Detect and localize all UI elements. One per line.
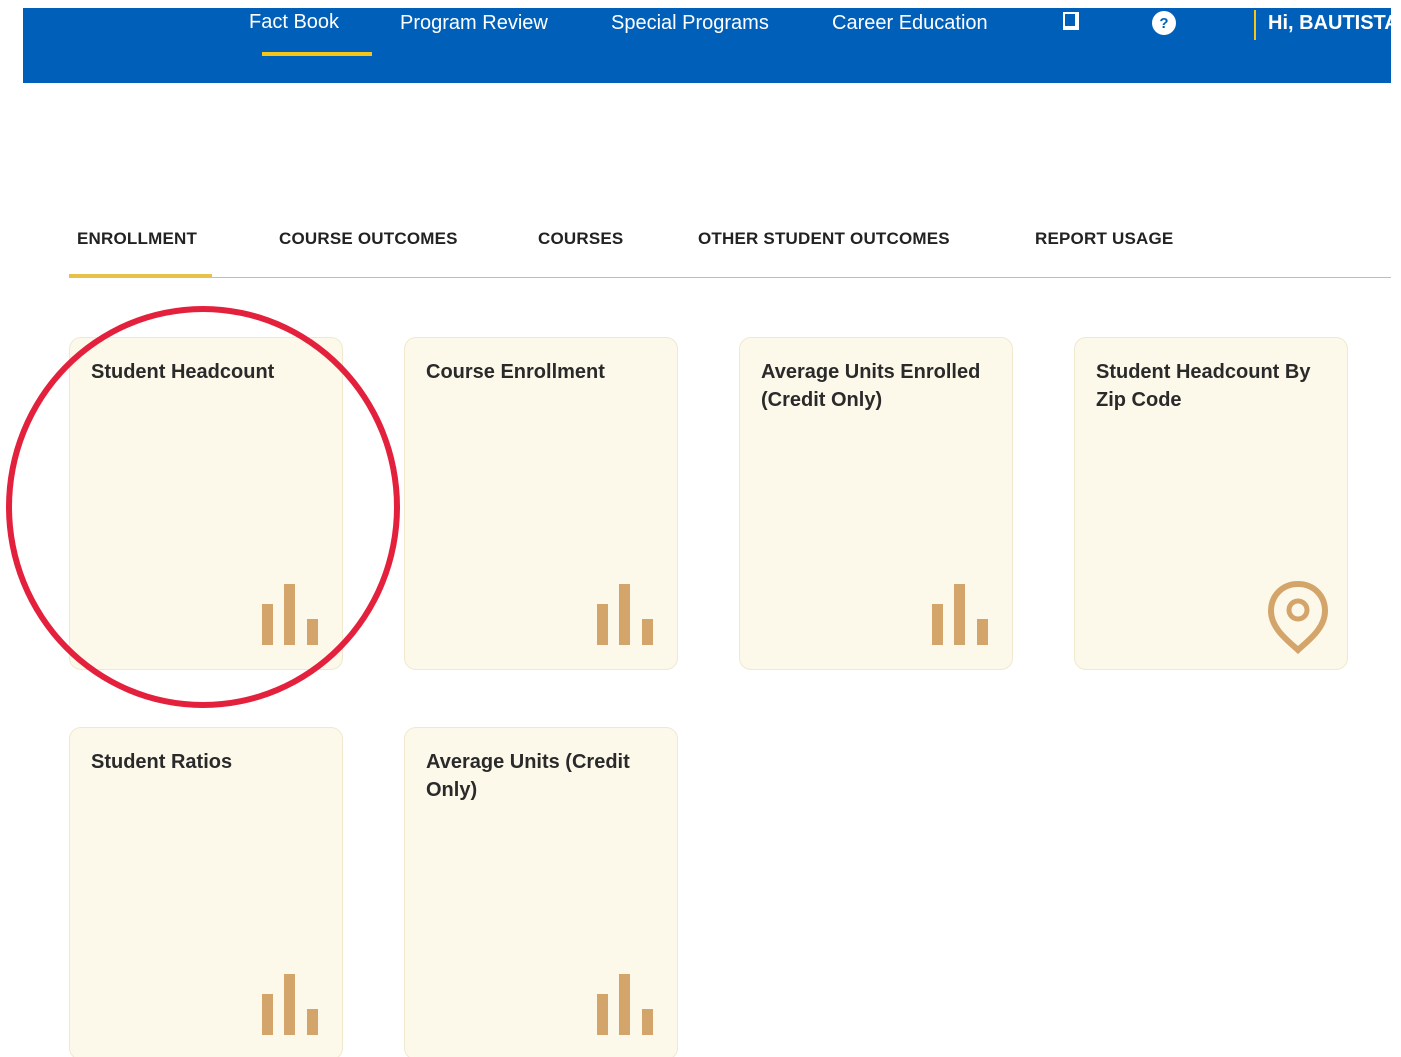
help-icon[interactable]: ? bbox=[1151, 10, 1177, 41]
nav-career-education[interactable]: Career Education bbox=[832, 11, 988, 35]
bar-chart-icon bbox=[597, 974, 657, 1041]
card-course-enrollment[interactable]: Course Enrollment bbox=[404, 337, 678, 670]
card-average-units-enrolled[interactable]: Average Units Enrolled (Credit Only) bbox=[739, 337, 1013, 670]
tab-report-usage[interactable]: REPORT USAGE bbox=[1035, 229, 1173, 249]
bar-chart-icon bbox=[262, 974, 322, 1041]
bar-chart-icon bbox=[262, 584, 322, 651]
card-title: Average Units (Credit Only) bbox=[426, 751, 630, 801]
user-greeting[interactable]: Hi, BAUTISTA bbox=[1268, 11, 1399, 35]
nav-special-programs[interactable]: Special Programs bbox=[611, 11, 769, 35]
nav-divider bbox=[1254, 10, 1256, 40]
card-student-headcount[interactable]: Student Headcount bbox=[69, 337, 343, 670]
page: Fact Book Program Review Special Program… bbox=[0, 0, 1401, 1057]
help-glyph: ? bbox=[1159, 15, 1168, 32]
document-icon[interactable] bbox=[1059, 10, 1081, 41]
bar-chart-icon bbox=[597, 584, 657, 651]
tab-courses[interactable]: COURSES bbox=[538, 229, 623, 249]
tabs-divider bbox=[69, 277, 1391, 278]
card-title: Average Units Enrolled (Credit Only) bbox=[761, 361, 981, 411]
nav-program-review[interactable]: Program Review bbox=[400, 11, 548, 35]
card-student-ratios[interactable]: Student Ratios bbox=[69, 727, 343, 1057]
tab-course-outcomes[interactable]: COURSE OUTCOMES bbox=[279, 229, 458, 249]
card-title: Student Ratios bbox=[91, 751, 233, 773]
card-title: Student Headcount By Zip Code bbox=[1096, 361, 1311, 411]
top-nav-bar: Fact Book Program Review Special Program… bbox=[23, 8, 1399, 83]
tab-enrollment[interactable]: ENROLLMENT bbox=[77, 229, 197, 249]
card-title: Student Headcount bbox=[91, 361, 275, 383]
nav-active-underline bbox=[262, 52, 372, 56]
map-pin-icon bbox=[1267, 580, 1329, 659]
card-average-units-credit[interactable]: Average Units (Credit Only) bbox=[404, 727, 678, 1057]
bar-chart-icon bbox=[932, 584, 992, 651]
tab-active-underline bbox=[69, 274, 212, 278]
card-title: Course Enrollment bbox=[426, 361, 605, 383]
nav-fact-book[interactable]: Fact Book bbox=[249, 10, 339, 34]
tab-other-student-outcomes[interactable]: OTHER STUDENT OUTCOMES bbox=[698, 229, 950, 249]
card-student-headcount-zip[interactable]: Student Headcount By Zip Code bbox=[1074, 337, 1348, 670]
